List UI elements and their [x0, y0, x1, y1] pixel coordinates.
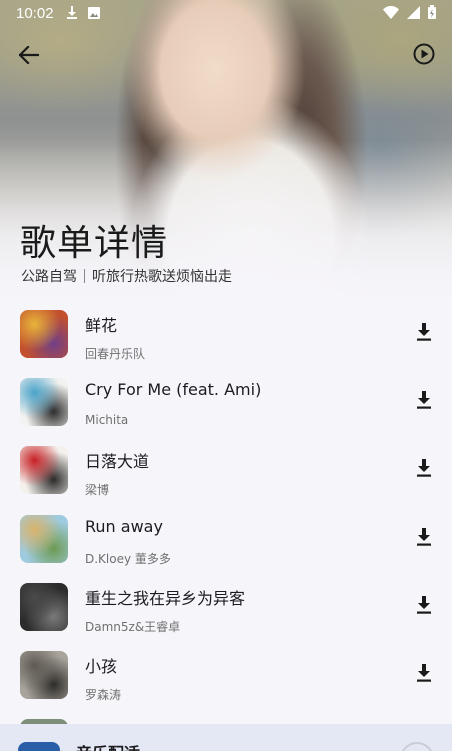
status-time: 10:02	[16, 4, 54, 22]
download-icon	[66, 4, 78, 23]
song-artist: Damn5z&王睿卓	[85, 619, 181, 634]
song-title: 鲜花	[85, 316, 118, 335]
song-title: Run away	[85, 516, 163, 536]
download-icon	[416, 459, 432, 481]
song-row[interactable]: 鲜花 回春丹乐队	[0, 300, 452, 368]
song-cover	[20, 514, 68, 563]
download-icon	[416, 323, 432, 345]
back-button[interactable]	[14, 42, 44, 72]
song-row[interactable]: 日落大道 梁博	[0, 436, 452, 504]
song-title: 小孩	[85, 656, 118, 676]
mini-player-control[interactable]	[400, 742, 434, 751]
download-button[interactable]	[410, 320, 438, 348]
song-artist: Michita	[85, 413, 129, 428]
playlist-subtitle: 公路自驾 听旅行热歌送烦恼出走	[21, 266, 232, 286]
mini-player-cover	[18, 742, 60, 751]
signal-icon	[407, 4, 420, 23]
song-artist: 梁博	[85, 483, 110, 498]
song-row[interactable]: 重生之我在异乡为异客 Damn5z&王睿卓	[0, 573, 452, 641]
download-button[interactable]	[410, 456, 438, 484]
play-circle-icon	[413, 43, 435, 69]
song-cover	[20, 650, 68, 699]
download-button[interactable]	[410, 661, 438, 689]
song-cover	[20, 310, 68, 358]
download-button[interactable]	[410, 388, 438, 416]
download-button[interactable]	[410, 593, 438, 621]
song-row[interactable]: Run away D.Kloey 董多多	[0, 505, 452, 573]
song-row[interactable]: Cry For Me (feat. Ami) Michita	[0, 368, 452, 436]
song-title: Cry For Me (feat. Ami)	[85, 380, 262, 400]
page-title: 歌单详情	[20, 223, 169, 264]
download-icon	[416, 595, 432, 618]
download-icon	[416, 663, 432, 686]
mini-player[interactable]: 音乐配适	[0, 724, 452, 751]
download-button[interactable]	[410, 525, 438, 553]
subtitle-divider	[84, 269, 85, 283]
song-title: 重生之我在异乡为异客	[85, 588, 246, 608]
play-all-button[interactable]	[410, 42, 438, 70]
song-artist: D.Kloey 董多多	[85, 551, 171, 566]
song-cover	[20, 582, 68, 631]
song-row[interactable]: 小孩 罗森涛	[0, 641, 452, 709]
wifi-icon	[383, 4, 399, 23]
song-title: 日落大道	[85, 452, 150, 472]
image-icon	[87, 4, 100, 23]
song-artist: 罗森涛	[85, 687, 122, 702]
song-cover	[20, 446, 68, 495]
song-list: 鲜花回春丹乐队 Cry For Me (feat. Ami) Michita 日落大道…	[0, 300, 452, 751]
download-icon	[416, 527, 432, 550]
battery-icon	[428, 4, 436, 23]
download-icon	[416, 391, 432, 413]
playlist-name: 公路自驾	[21, 269, 77, 285]
playlist-description: 听旅行热歌送烦恼出走	[92, 269, 232, 285]
song-artist: 回春丹乐队	[85, 347, 146, 361]
status-bar: 10:02	[0, 0, 452, 26]
arrow-left-icon	[18, 45, 40, 68]
song-cover	[20, 378, 68, 427]
mini-player-title: 音乐配适	[76, 740, 140, 751]
